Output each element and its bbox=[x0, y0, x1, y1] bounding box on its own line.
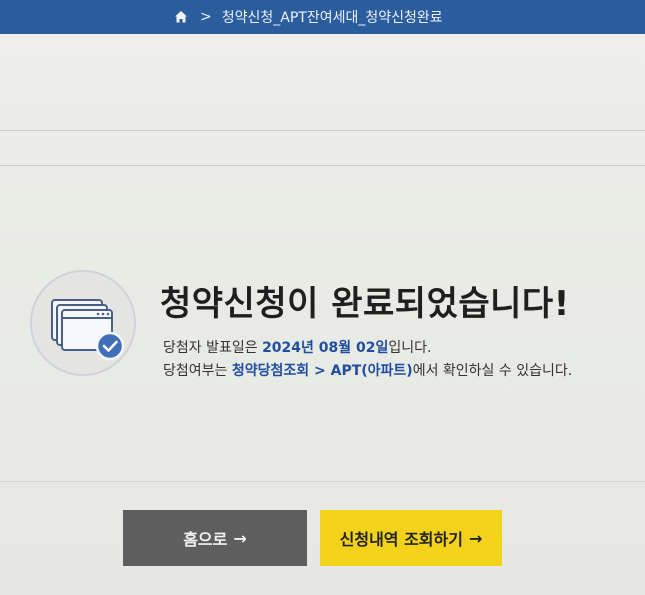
view-application-history-button[interactable]: 신청내역 조회하기 → bbox=[320, 510, 502, 566]
divider bbox=[0, 165, 645, 166]
arrow-right-icon: → bbox=[233, 528, 247, 548]
home-icon[interactable] bbox=[174, 10, 188, 24]
announcement-date: 2024년 08월 02일 bbox=[262, 340, 389, 356]
completion-title: 청약신청이 완료되었습니다! bbox=[160, 284, 570, 324]
breadcrumb: > 청약신청_APT잔여세대_청약신청완료 bbox=[0, 0, 645, 34]
arrow-right-icon: → bbox=[468, 528, 483, 548]
result-check-prefix: 당첨여부는 bbox=[163, 363, 232, 379]
home-button-label: 홈으로 bbox=[183, 530, 228, 549]
result-check-line: 당첨여부는 청약당첨조회 > APT(아파트)에서 확인하실 수 있습니다. bbox=[163, 360, 572, 380]
result-check-link[interactable]: 청약당첨조회 > APT(아파트) bbox=[232, 363, 413, 379]
breadcrumb-separator: > bbox=[200, 9, 212, 25]
announcement-prefix: 당첨자 발표일은 bbox=[163, 340, 263, 356]
announcement-line: 당첨자 발표일은 2024년 08월 02일입니다. bbox=[163, 337, 431, 357]
divider bbox=[0, 481, 645, 482]
announcement-suffix: 입니다. bbox=[388, 340, 432, 356]
home-button[interactable]: 홈으로 → bbox=[123, 510, 307, 566]
result-check-suffix: 에서 확인하실 수 있습니다. bbox=[412, 363, 573, 379]
breadcrumb-current: 청약신청_APT잔여세대_청약신청완료 bbox=[221, 10, 443, 26]
browser-windows-check-icon bbox=[30, 270, 136, 376]
history-button-label: 신청내역 조회하기 bbox=[339, 530, 463, 549]
content-area: 청약신청이 완료되었습니다! 당첨자 발표일은 2024년 08월 02일입니다… bbox=[0, 34, 645, 595]
divider bbox=[0, 130, 645, 131]
